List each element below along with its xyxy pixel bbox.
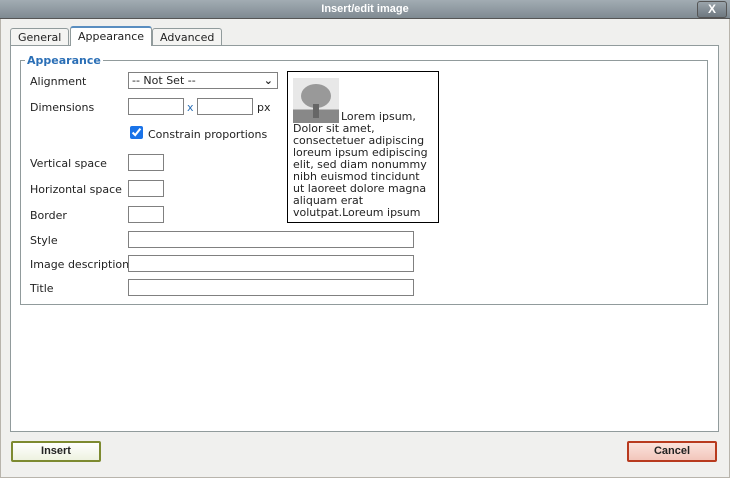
- width-input[interactable]: [128, 98, 184, 115]
- tab-general[interactable]: General: [10, 28, 70, 45]
- hspace-label: Horizontal space: [30, 183, 122, 196]
- insert-button[interactable]: Insert: [11, 441, 101, 462]
- dimensions-unit: px: [257, 101, 271, 114]
- close-button[interactable]: X: [697, 1, 727, 18]
- alignment-preview: Lorem ipsum, Dolor sit amet, consectetue…: [287, 71, 439, 223]
- dialog-title: Insert/edit image: [321, 3, 409, 15]
- alignment-label: Alignment: [30, 75, 87, 88]
- title-bar: Insert/edit image X: [0, 0, 730, 19]
- appearance-panel: Appearance Alignment -- Not Set -- ⌄ Dime…: [10, 45, 719, 432]
- tree-image-icon: [293, 78, 339, 123]
- style-input[interactable]: [128, 231, 414, 248]
- preview-text: Lorem ipsum, Dolor sit amet, consectetue…: [293, 110, 428, 219]
- vspace-label: Vertical space: [30, 157, 107, 170]
- fieldset-legend: Appearance: [27, 54, 101, 67]
- tab-advanced[interactable]: Advanced: [152, 28, 223, 45]
- tab-appearance[interactable]: Appearance: [70, 26, 153, 46]
- description-label: Image description: [30, 258, 130, 271]
- alignment-value: -- Not Set --: [132, 74, 196, 87]
- chevron-down-icon: ⌄: [263, 74, 273, 87]
- constrain-label: Constrain proportions: [148, 128, 268, 141]
- dimensions-x: x: [187, 101, 194, 114]
- constrain-checkbox[interactable]: [130, 126, 143, 139]
- height-input[interactable]: [197, 98, 253, 115]
- dimensions-label: Dimensions: [30, 101, 95, 114]
- style-label: Style: [30, 234, 58, 247]
- description-input[interactable]: [128, 255, 414, 272]
- alignment-select[interactable]: -- Not Set -- ⌄: [128, 72, 278, 89]
- border-label: Border: [30, 209, 67, 222]
- cancel-button[interactable]: Cancel: [627, 441, 717, 462]
- title-input[interactable]: [128, 279, 414, 296]
- title-label: Title: [30, 282, 54, 295]
- vspace-input[interactable]: [128, 154, 164, 171]
- border-input[interactable]: [128, 206, 164, 223]
- hspace-input[interactable]: [128, 180, 164, 197]
